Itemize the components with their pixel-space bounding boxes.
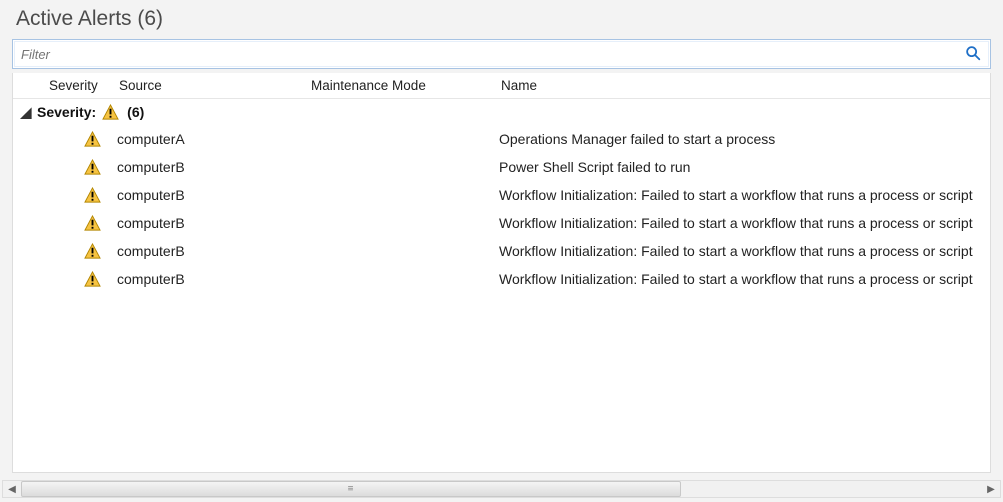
collapse-caret-icon[interactable]: ◢ — [19, 104, 33, 121]
warning-icon — [69, 215, 115, 232]
cell-source: computerB — [115, 159, 309, 175]
warning-icon — [69, 187, 115, 204]
horizontal-scrollbar[interactable]: ◀ ≡ ▶ — [2, 480, 1001, 498]
group-label: Severity: — [37, 104, 96, 120]
column-header-severity[interactable]: Severity — [47, 78, 117, 93]
filter-input[interactable] — [15, 42, 960, 66]
search-icon[interactable] — [964, 44, 984, 64]
table-row[interactable]: computerB Workflow Initialization: Failed… — [13, 265, 991, 293]
group-row-severity[interactable]: ◢ Severity: (6) — [13, 99, 991, 125]
scroll-thumb[interactable]: ≡ — [21, 481, 681, 497]
cell-source: computerB — [115, 243, 309, 259]
active-alerts-panel: Active Alerts (6) Severity Source Mainte… — [0, 0, 1003, 502]
cell-name: Workflow Initialization: Failed to start… — [499, 187, 991, 203]
cell-source: computerB — [115, 187, 309, 203]
table-row[interactable]: computerB Workflow Initialization: Failed… — [13, 209, 991, 237]
grid-header: Severity Source Maintenance Mode Name — [13, 73, 991, 99]
table-row[interactable]: computerB Workflow Initialization: Failed… — [13, 181, 991, 209]
group-count: (6) — [127, 104, 144, 120]
warning-icon — [69, 243, 115, 260]
cell-name: Workflow Initialization: Failed to start… — [499, 243, 991, 259]
table-row[interactable]: computerB Workflow Initialization: Failed… — [13, 237, 991, 265]
cell-source: computerA — [115, 131, 309, 147]
cell-source: computerB — [115, 215, 309, 231]
cell-name: Operations Manager failed to start a pro… — [499, 131, 991, 147]
cell-name: Workflow Initialization: Failed to start… — [499, 215, 991, 231]
cell-name: Power Shell Script failed to run — [499, 159, 991, 175]
alerts-grid: Severity Source Maintenance Mode Name ◢ … — [12, 73, 991, 473]
warning-icon — [69, 131, 115, 148]
page-title: Active Alerts (6) — [10, 4, 993, 39]
warning-icon — [69, 271, 115, 288]
scroll-left-button[interactable]: ◀ — [3, 481, 21, 497]
scroll-track[interactable]: ≡ — [21, 481, 982, 497]
warning-icon — [69, 159, 115, 176]
column-header-source[interactable]: Source — [117, 78, 309, 93]
scroll-grip-icon: ≡ — [348, 484, 355, 495]
column-header-name[interactable]: Name — [499, 78, 991, 93]
table-row[interactable]: computerA Operations Manager failed to st… — [13, 125, 991, 153]
table-row[interactable]: computerB Power Shell Script failed to ru… — [13, 153, 991, 181]
column-header-maintenance-mode[interactable]: Maintenance Mode — [309, 78, 499, 93]
cell-name: Workflow Initialization: Failed to start… — [499, 271, 991, 287]
scroll-right-button[interactable]: ▶ — [982, 481, 1000, 497]
warning-icon — [102, 104, 119, 121]
cell-source: computerB — [115, 271, 309, 287]
filter-box — [12, 39, 991, 69]
